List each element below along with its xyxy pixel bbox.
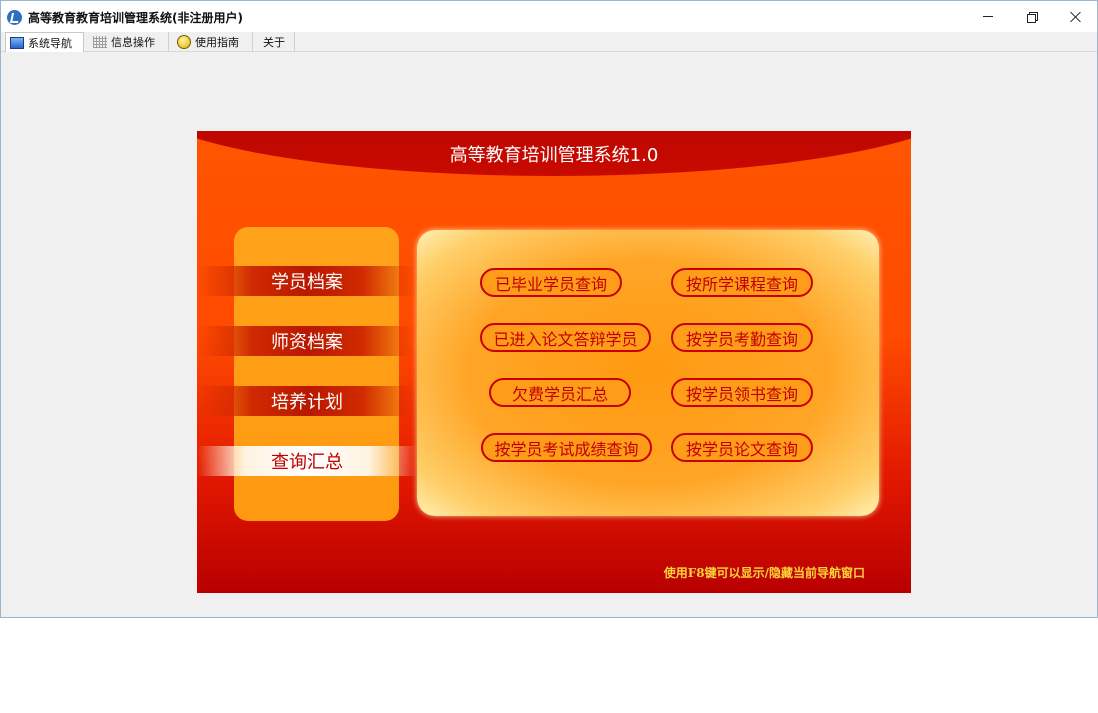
tab-about[interactable]: 关于 bbox=[257, 32, 295, 52]
window-title: 高等教育教育培训管理系统(非注册用户) bbox=[28, 11, 243, 25]
restore-button[interactable] bbox=[1009, 1, 1055, 32]
exam-score-query-button[interactable]: 按学员考试成绩查询 bbox=[481, 433, 652, 462]
tab-system-navigation[interactable]: 系统导航 bbox=[5, 32, 84, 52]
tab-label: 信息操作 bbox=[111, 36, 155, 49]
tab-strip: 系统导航 信息操作 使用指南 关于 bbox=[1, 32, 1097, 52]
tab-label: 关于 bbox=[263, 36, 285, 49]
panel-title: 高等教育培训管理系统1.0 bbox=[449, 145, 659, 166]
nav-item-teacher-records[interactable]: 师资档案 bbox=[197, 326, 417, 356]
nav-item-training-plan[interactable]: 培养计划 bbox=[197, 386, 417, 416]
tab-label: 使用指南 bbox=[195, 36, 239, 49]
restore-icon bbox=[1027, 11, 1038, 23]
textbook-query-button[interactable]: 按学员领书查询 bbox=[671, 378, 813, 407]
attendance-query-button[interactable]: 按学员考勤查询 bbox=[671, 323, 813, 352]
grid-icon bbox=[93, 36, 107, 48]
course-query-button[interactable]: 按所学课程查询 bbox=[671, 268, 813, 297]
main-canvas: 高等教育培训管理系统1.0 学员档案 师资档案 培养计划 查询汇总 已毕业学员查… bbox=[1, 53, 1097, 617]
title-bar[interactable]: 高等教育教育培训管理系统(非注册用户) bbox=[1, 1, 1097, 32]
tab-user-guide[interactable]: 使用指南 bbox=[173, 32, 253, 52]
nav-item-query-summary[interactable]: 查询汇总 bbox=[197, 446, 417, 476]
app-window: 高等教育教育培训管理系统(非注册用户) 系统导航 信息操作 使用指南 关于 高等… bbox=[0, 0, 1098, 618]
minimize-button[interactable] bbox=[965, 1, 1011, 32]
navigation-panel: 高等教育培训管理系统1.0 学员档案 师资档案 培养计划 查询汇总 已毕业学员查… bbox=[197, 131, 911, 593]
app-logo-icon bbox=[7, 10, 22, 25]
tab-info-operation[interactable]: 信息操作 bbox=[89, 32, 169, 52]
guide-icon bbox=[177, 35, 191, 49]
close-icon bbox=[1070, 11, 1082, 23]
nav-item-student-records[interactable]: 学员档案 bbox=[197, 266, 417, 296]
tab-label: 系统导航 bbox=[28, 36, 72, 50]
thesis-defense-students-button[interactable]: 已进入论文答辩学员 bbox=[480, 323, 651, 352]
monitor-icon bbox=[10, 36, 24, 49]
close-button[interactable] bbox=[1053, 1, 1097, 32]
f8-hint: 使用F8键可以显示/隐藏当前导航窗口 bbox=[663, 566, 865, 580]
minimize-icon bbox=[983, 16, 993, 17]
thesis-query-button[interactable]: 按学员论文查询 bbox=[671, 433, 813, 462]
arrears-summary-button[interactable]: 欠费学员汇总 bbox=[489, 378, 631, 407]
graduated-students-query-button[interactable]: 已毕业学员查询 bbox=[480, 268, 622, 297]
